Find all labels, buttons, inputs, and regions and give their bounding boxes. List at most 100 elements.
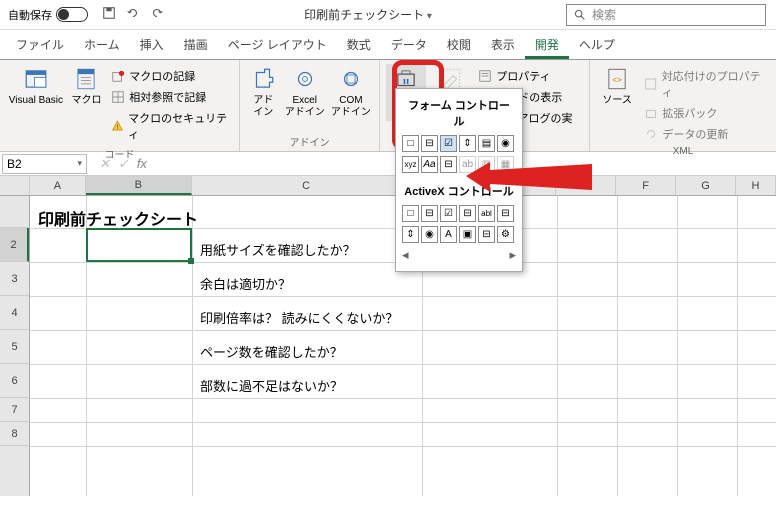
tab-developer[interactable]: 開発: [525, 30, 569, 59]
tab-insert[interactable]: 挿入: [130, 30, 174, 59]
ax-more-icon[interactable]: ⚙: [497, 226, 514, 243]
svg-text:<>: <>: [612, 75, 622, 84]
autosave-toggle[interactable]: 自動保存: [0, 7, 96, 23]
ax-scrollbar-icon[interactable]: ⊟: [497, 205, 514, 222]
ax-checkbox-icon[interactable]: ☑: [440, 205, 457, 222]
ax-textbox-icon[interactable]: abl: [478, 205, 495, 222]
macros-label: マクロ: [71, 95, 101, 107]
tab-draw[interactable]: 描画: [174, 30, 218, 59]
col-B[interactable]: B: [86, 176, 192, 195]
document-title[interactable]: 印刷前チェックシート: [170, 6, 566, 23]
form-option-icon[interactable]: ◉: [497, 135, 514, 152]
com-addins-icon: [338, 66, 364, 92]
properties-icon: [478, 69, 492, 83]
svg-text:!: !: [117, 124, 119, 131]
macros-button[interactable]: マクロ: [68, 64, 105, 109]
form-groupbox-icon[interactable]: Aa: [421, 156, 438, 173]
row-7[interactable]: 7: [0, 398, 29, 422]
titlebar: 自動保存 印刷前チェックシート 検索: [0, 0, 776, 30]
col-C[interactable]: C: [192, 176, 422, 195]
col-H[interactable]: H: [736, 176, 776, 195]
save-icon[interactable]: [102, 6, 116, 23]
col-F[interactable]: F: [616, 176, 676, 195]
record-macro-button[interactable]: マクロの記録: [107, 66, 233, 86]
row-headers: 2 3 4 5 6 7 8: [0, 196, 30, 496]
addins-button[interactable]: アド イン: [246, 64, 281, 121]
undo-icon[interactable]: [126, 6, 140, 23]
ax-listbox-icon[interactable]: ⊟: [459, 205, 476, 222]
row-2[interactable]: 2: [0, 228, 29, 262]
addins-label: アド イン: [253, 95, 273, 119]
source-label: ソース: [602, 95, 632, 107]
col-G[interactable]: G: [676, 176, 736, 195]
ribbon-tabs: ファイル ホーム 挿入 描画 ページ レイアウト 数式 データ 校閲 表示 開発…: [0, 30, 776, 60]
group-code-label: コード: [6, 144, 233, 161]
map-properties-label: 対応付けのプロパティ: [662, 68, 766, 100]
slider-right-icon[interactable]: ▸: [509, 247, 516, 263]
form-checkbox-icon[interactable]: ☑: [440, 135, 457, 152]
tab-review[interactable]: 校閲: [437, 30, 481, 59]
form-combo-icon[interactable]: ⊟: [421, 135, 438, 152]
tab-home[interactable]: ホーム: [74, 30, 130, 59]
slider-left-icon[interactable]: ◂: [402, 247, 409, 263]
search-box[interactable]: 検索: [566, 4, 766, 26]
cell-C5: ページ数を確認したか？: [196, 334, 347, 369]
group-addins: アド イン Excel アドイン COM アドイン アドイン: [240, 60, 380, 151]
tab-data[interactable]: データ: [381, 30, 437, 59]
form-button-icon[interactable]: □: [402, 135, 419, 152]
form-combo2-icon[interactable]: ▥: [478, 156, 495, 173]
ax-option-icon[interactable]: ◉: [421, 226, 438, 243]
source-button[interactable]: <> ソース: [596, 64, 638, 109]
col-A[interactable]: A: [30, 176, 86, 195]
refresh-data-button[interactable]: データの更新: [640, 124, 770, 144]
row-3[interactable]: 3: [0, 262, 29, 296]
form-scrollbar-icon[interactable]: ⊟: [440, 156, 457, 173]
tab-pagelayout[interactable]: ページ レイアウト: [218, 30, 337, 59]
ax-image-icon[interactable]: ▣: [459, 226, 476, 243]
row-8[interactable]: 8: [0, 422, 29, 446]
ax-spin-icon[interactable]: ⇕: [402, 226, 419, 243]
active-cell-B2[interactable]: [86, 228, 192, 262]
visual-basic-button[interactable]: Visual Basic: [6, 64, 66, 109]
tab-view[interactable]: 表示: [481, 30, 525, 59]
macro-security-button[interactable]: !マクロのセキュリティ: [107, 108, 233, 144]
row-5[interactable]: 5: [0, 330, 29, 364]
com-addins-button[interactable]: COM アドイン: [329, 64, 373, 121]
row-6[interactable]: 6: [0, 364, 29, 398]
group-xml-label: XML: [596, 144, 770, 157]
gear-icon: [292, 66, 318, 92]
visual-basic-label: Visual Basic: [9, 95, 63, 107]
ax-button-icon[interactable]: □: [402, 205, 419, 222]
col-E[interactable]: E: [556, 176, 616, 195]
record-macro-icon: [111, 69, 125, 83]
row-4[interactable]: 4: [0, 296, 29, 330]
cell-C2: 用紙サイズを確認したか？: [196, 232, 360, 267]
map-properties-button[interactable]: 対応付けのプロパティ: [640, 66, 770, 102]
refresh-icon: [644, 127, 658, 141]
expansion-pack-button[interactable]: 拡張パック: [640, 103, 770, 123]
form-listbox-icon[interactable]: ▤: [478, 135, 495, 152]
ax-toggle-icon[interactable]: ⊟: [478, 226, 495, 243]
tab-file[interactable]: ファイル: [6, 30, 74, 59]
quick-access-toolbar: [96, 6, 170, 23]
row-1[interactable]: [0, 196, 29, 228]
tab-formulas[interactable]: 数式: [337, 30, 381, 59]
form-spinner-icon[interactable]: ⇕: [459, 135, 476, 152]
properties-button[interactable]: プロパティ: [474, 66, 583, 86]
form-editcombo-icon[interactable]: ▦: [497, 156, 514, 173]
redo-icon[interactable]: [150, 6, 164, 23]
macros-icon: [73, 66, 99, 92]
relative-reference-button[interactable]: 相対参照で記録: [107, 87, 233, 107]
excel-addins-button[interactable]: Excel アドイン: [283, 64, 327, 121]
tab-help[interactable]: ヘルプ: [569, 30, 625, 59]
ax-label-icon[interactable]: A: [440, 226, 457, 243]
toggle-off-icon[interactable]: [56, 7, 88, 22]
properties-label: プロパティ: [496, 68, 550, 84]
form-text-icon[interactable]: ab: [459, 156, 476, 173]
form-label-icon[interactable]: xyz: [402, 156, 419, 173]
relative-reference-label: 相対参照で記録: [129, 89, 206, 105]
grid-icon: [111, 90, 125, 104]
grid-body: 2 3 4 5 6 7 8 印刷前チェックシート 用紙サイズを確認したか？ 余白…: [0, 196, 776, 496]
ax-combo-icon[interactable]: ⊟: [421, 205, 438, 222]
select-all-corner[interactable]: [0, 176, 30, 195]
